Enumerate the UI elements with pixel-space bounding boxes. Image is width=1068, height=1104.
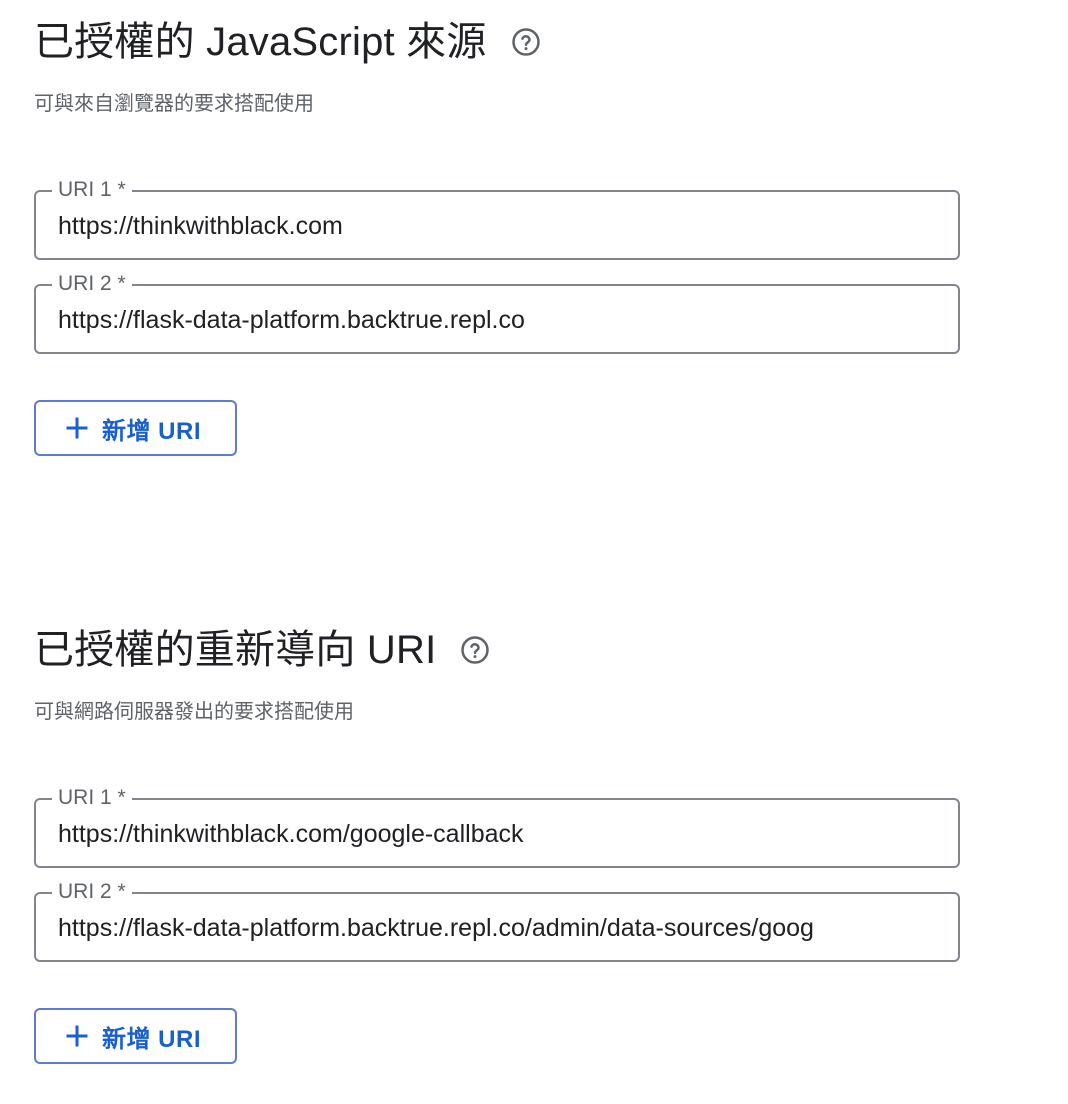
js-origins-section: 已授權的 JavaScript 來源 可與來自瀏覽器的要求搭配使用 URI 1 … xyxy=(34,0,964,456)
js-origin-uri-1-input[interactable] xyxy=(58,210,936,242)
js-origin-uri-2-field: URI 2 * xyxy=(34,271,960,354)
field-label: URI 1 * xyxy=(52,785,132,811)
plus-icon xyxy=(64,1023,90,1049)
redirect-uri-2-field: URI 2 * xyxy=(34,879,960,962)
help-circle-icon[interactable] xyxy=(458,633,492,667)
redirect-uris-title: 已授權的重新導向 URI xyxy=(34,628,437,672)
js-origins-title-row: 已授權的 JavaScript 來源 xyxy=(34,0,964,84)
redirect-uris-title-row: 已授權的重新導向 URI xyxy=(34,608,964,692)
redirect-uris-fields: URI 1 * URI 2 * xyxy=(34,785,964,962)
js-origin-uri-2-input[interactable] xyxy=(58,304,936,336)
add-uri-label: 新增 URI xyxy=(102,1025,201,1053)
redirect-uri-2-input[interactable] xyxy=(58,912,936,944)
js-origins-fields: URI 1 * URI 2 * xyxy=(34,177,964,354)
redirect-uris-subtitle: 可與網路伺服器發出的要求搭配使用 xyxy=(34,701,354,723)
redirect-uri-1-input[interactable] xyxy=(58,818,936,850)
field-label: URI 1 * xyxy=(52,177,132,203)
plus-icon xyxy=(64,415,90,441)
help-circle-icon[interactable] xyxy=(509,25,543,59)
js-origins-subtitle: 可與來自瀏覽器的要求搭配使用 xyxy=(34,93,314,115)
add-js-origin-uri-button[interactable]: 新增 URI xyxy=(34,400,237,456)
field-label: URI 2 * xyxy=(52,271,132,297)
js-origins-title: 已授權的 JavaScript 來源 xyxy=(34,20,487,64)
field-label: URI 2 * xyxy=(52,879,132,905)
redirect-uris-section: 已授權的重新導向 URI 可與網路伺服器發出的要求搭配使用 URI 1 * UR… xyxy=(34,608,964,1064)
js-origin-uri-1-field: URI 1 * xyxy=(34,177,960,260)
add-redirect-uri-button[interactable]: 新增 URI xyxy=(34,1008,237,1064)
add-uri-label: 新增 URI xyxy=(102,417,201,445)
redirect-uri-1-field: URI 1 * xyxy=(34,785,960,868)
